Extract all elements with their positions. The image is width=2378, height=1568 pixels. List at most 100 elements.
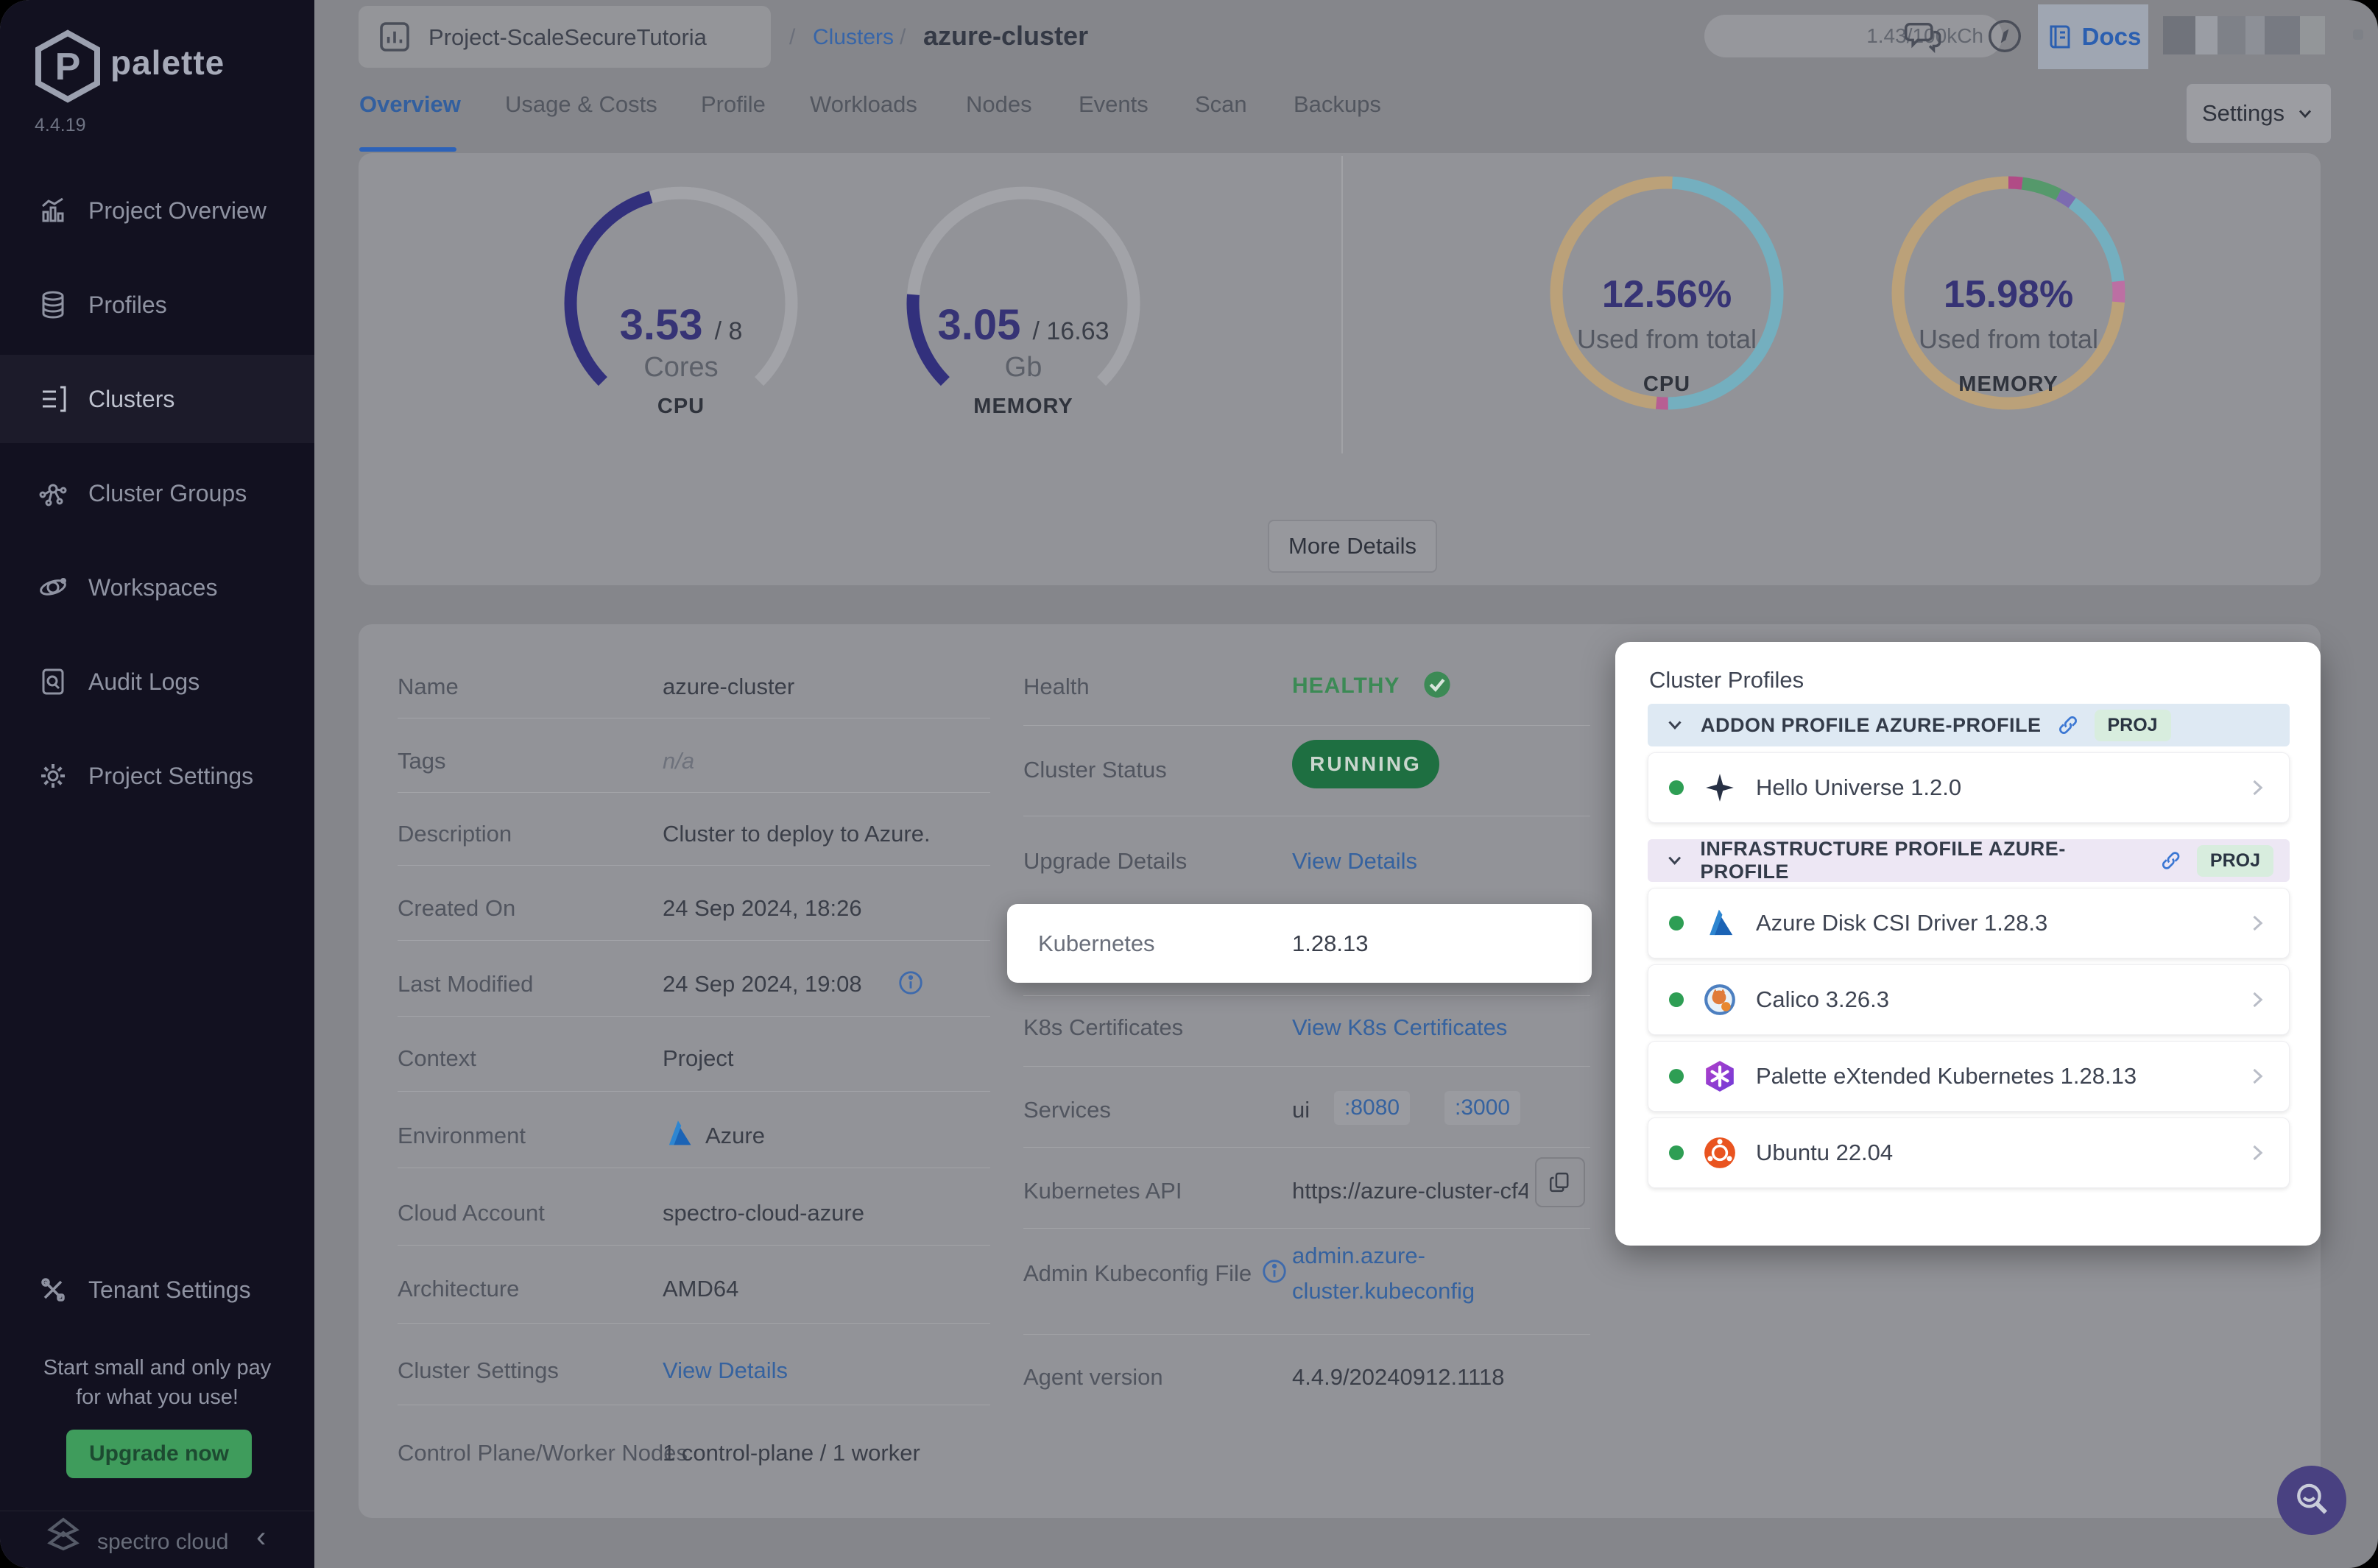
sidebar-item-profiles[interactable]: Profiles (0, 261, 314, 349)
upgrade-details-link[interactable]: View Details (1292, 848, 1417, 875)
addon-profile-section-header[interactable]: ADDON PROFILE AZURE-PROFILE PROJ (1648, 704, 2290, 746)
collapse-sidebar-icon[interactable]: ‹ (256, 1521, 266, 1554)
tab-usage-costs[interactable]: Usage & Costs (505, 91, 657, 118)
chat-icon[interactable] (1904, 16, 1944, 56)
row-divider (398, 1323, 990, 1324)
view-k8s-certificates-link[interactable]: View K8s Certificates (1292, 1014, 1507, 1041)
credits-counter: 1.43/100kCh (1704, 15, 2003, 57)
created-on-value: 24 Sep 2024, 18:26 (663, 895, 862, 921)
hello-universe-icon (1706, 774, 1734, 802)
cluster-profiles-panel: Cluster Profiles ADDON PROFILE AZURE-PRO… (1615, 642, 2321, 1246)
more-details-button[interactable]: More Details (1268, 520, 1437, 573)
breadcrumb-clusters-link[interactable]: Clusters (813, 25, 894, 50)
agent-version-value: 4.4.9/20240912.1118 (1292, 1364, 1505, 1390)
profiles-icon (42, 291, 64, 319)
chevron-right-icon (2253, 992, 2263, 1008)
cpu-gauge-label: CPU (657, 395, 705, 418)
row-divider (1023, 995, 1590, 996)
detail-label: Kubernetes (1038, 930, 1155, 956)
detail-label: Context (398, 1045, 476, 1071)
row-divider (398, 1091, 990, 1092)
detail-label: Cluster Status (1023, 757, 1167, 783)
chevron-down-icon (1668, 721, 1682, 730)
copy-icon (1549, 1172, 1569, 1193)
breadcrumb-current: azure-cluster (923, 21, 1089, 51)
project-overview-icon (42, 197, 64, 222)
ubuntu-icon (1704, 1137, 1735, 1168)
detail-label: Agent version (1023, 1364, 1163, 1390)
kubeconfig-link-line1[interactable]: admin.azure- (1292, 1243, 1425, 1269)
tab-workloads[interactable]: Workloads (810, 91, 917, 118)
info-icon[interactable] (1260, 1257, 1288, 1285)
info-icon[interactable] (897, 969, 925, 997)
section-header-label: INFRASTRUCTURE PROFILE AZURE-PROFILE (1700, 838, 2066, 883)
pack-row-hello-universe[interactable]: Hello Universe 1.2.0 (1648, 752, 2290, 823)
kubernetes-version-value: 1.28.13 (1292, 930, 1369, 956)
tags-value: n/a (663, 748, 695, 774)
cpu-gauge-unit: Cores (643, 352, 719, 383)
sidebar-item-audit-logs[interactable]: Audit Logs (0, 638, 314, 726)
detail-label: Cloud Account (398, 1200, 545, 1226)
status-dot (1669, 1145, 1684, 1160)
detail-label: Last Modified (398, 971, 534, 997)
row-divider (398, 792, 990, 793)
status-dot (1669, 916, 1684, 930)
tab-events[interactable]: Events (1079, 91, 1149, 118)
cpu-gauge-value: 3.53 / 8 (619, 301, 743, 349)
pack-row-ubuntu[interactable]: Ubuntu 22.04 (1648, 1117, 2290, 1188)
tab-scan[interactable]: Scan (1195, 91, 1247, 118)
magnifier-smile-icon (2297, 1483, 2327, 1514)
cluster-status-badge: RUNNING (1292, 740, 1439, 788)
detail-label: Services (1023, 1097, 1111, 1123)
row-divider (398, 1245, 990, 1246)
environment-value: Azure (705, 1123, 765, 1148)
upgrade-now-button[interactable]: Upgrade now (66, 1430, 252, 1478)
detail-label: Kubernetes API (1023, 1178, 1182, 1204)
tab-overview[interactable]: Overview (359, 91, 461, 118)
sidebar-item-label: Cluster Groups (88, 479, 247, 506)
service-port-3000-link[interactable]: :3000 (1444, 1091, 1521, 1125)
sidebar-item-tenant-settings[interactable]: Tenant Settings (0, 1246, 314, 1334)
cluster-settings-link[interactable]: View Details (663, 1357, 788, 1384)
pack-name: Azure Disk CSI Driver 1.28.3 (1756, 910, 2048, 936)
azure-icon (668, 1120, 691, 1145)
book-icon (2050, 25, 2070, 49)
active-tab-underline (359, 147, 456, 152)
settings-button[interactable]: Settings (2185, 82, 2332, 144)
sidebar-item-project-overview[interactable]: Project Overview (0, 166, 314, 255)
pack-row-azure-disk-csi[interactable]: Azure Disk CSI Driver 1.28.3 (1648, 888, 2290, 958)
row-divider (398, 865, 990, 866)
sidebar-item-workspaces[interactable]: Workspaces (0, 543, 314, 632)
context-value: Project (663, 1045, 734, 1071)
detail-label: Cluster Settings (398, 1357, 559, 1383)
section-header-label: ADDON PROFILE AZURE-PROFILE (1701, 713, 2042, 736)
kubeconfig-link-line2[interactable]: cluster.kubeconfig (1292, 1278, 1475, 1304)
tab-profile[interactable]: Profile (701, 91, 766, 118)
detail-label: Tags (398, 748, 446, 774)
sidebar-item-label: Project Settings (88, 762, 254, 789)
cluster-groups-icon (39, 484, 67, 506)
service-port-8080-link[interactable]: :8080 (1334, 1091, 1411, 1125)
sidebar-item-cluster-groups[interactable]: Cluster Groups (0, 449, 314, 537)
chevron-down-icon (2298, 110, 2312, 119)
compass-icon[interactable] (1985, 16, 2025, 56)
tab-nodes[interactable]: Nodes (966, 91, 1032, 118)
azure-icon (1710, 909, 1733, 936)
memory-gauge-label: MEMORY (973, 395, 1073, 418)
docs-button[interactable]: Docs (2038, 4, 2148, 69)
settings-label: Settings (2201, 100, 2284, 126)
pack-row-calico[interactable]: Calico 3.26.3 (1648, 964, 2290, 1035)
detail-label: K8s Certificates (1023, 1014, 1184, 1040)
sidebar-item-clusters[interactable]: Clusters (0, 355, 314, 443)
project-icon (380, 22, 409, 52)
audit-logs-icon (42, 668, 64, 695)
row-divider (1023, 725, 1590, 726)
chevron-right-icon (2253, 1068, 2263, 1084)
pack-row-palette-extended-kubernetes[interactable]: Palette eXtended Kubernetes 1.28.13 (1648, 1041, 2290, 1112)
copy-api-url-button[interactable] (1535, 1157, 1585, 1207)
tab-backups[interactable]: Backups (1294, 91, 1381, 118)
memory-donut-label: MEMORY (1958, 372, 2058, 396)
sidebar-item-project-settings[interactable]: Project Settings (0, 732, 314, 820)
infrastructure-profile-section-header[interactable]: INFRASTRUCTURE PROFILE AZURE-PROFILE PRO… (1648, 838, 2290, 883)
assistant-search-button[interactable] (2277, 1466, 2346, 1535)
